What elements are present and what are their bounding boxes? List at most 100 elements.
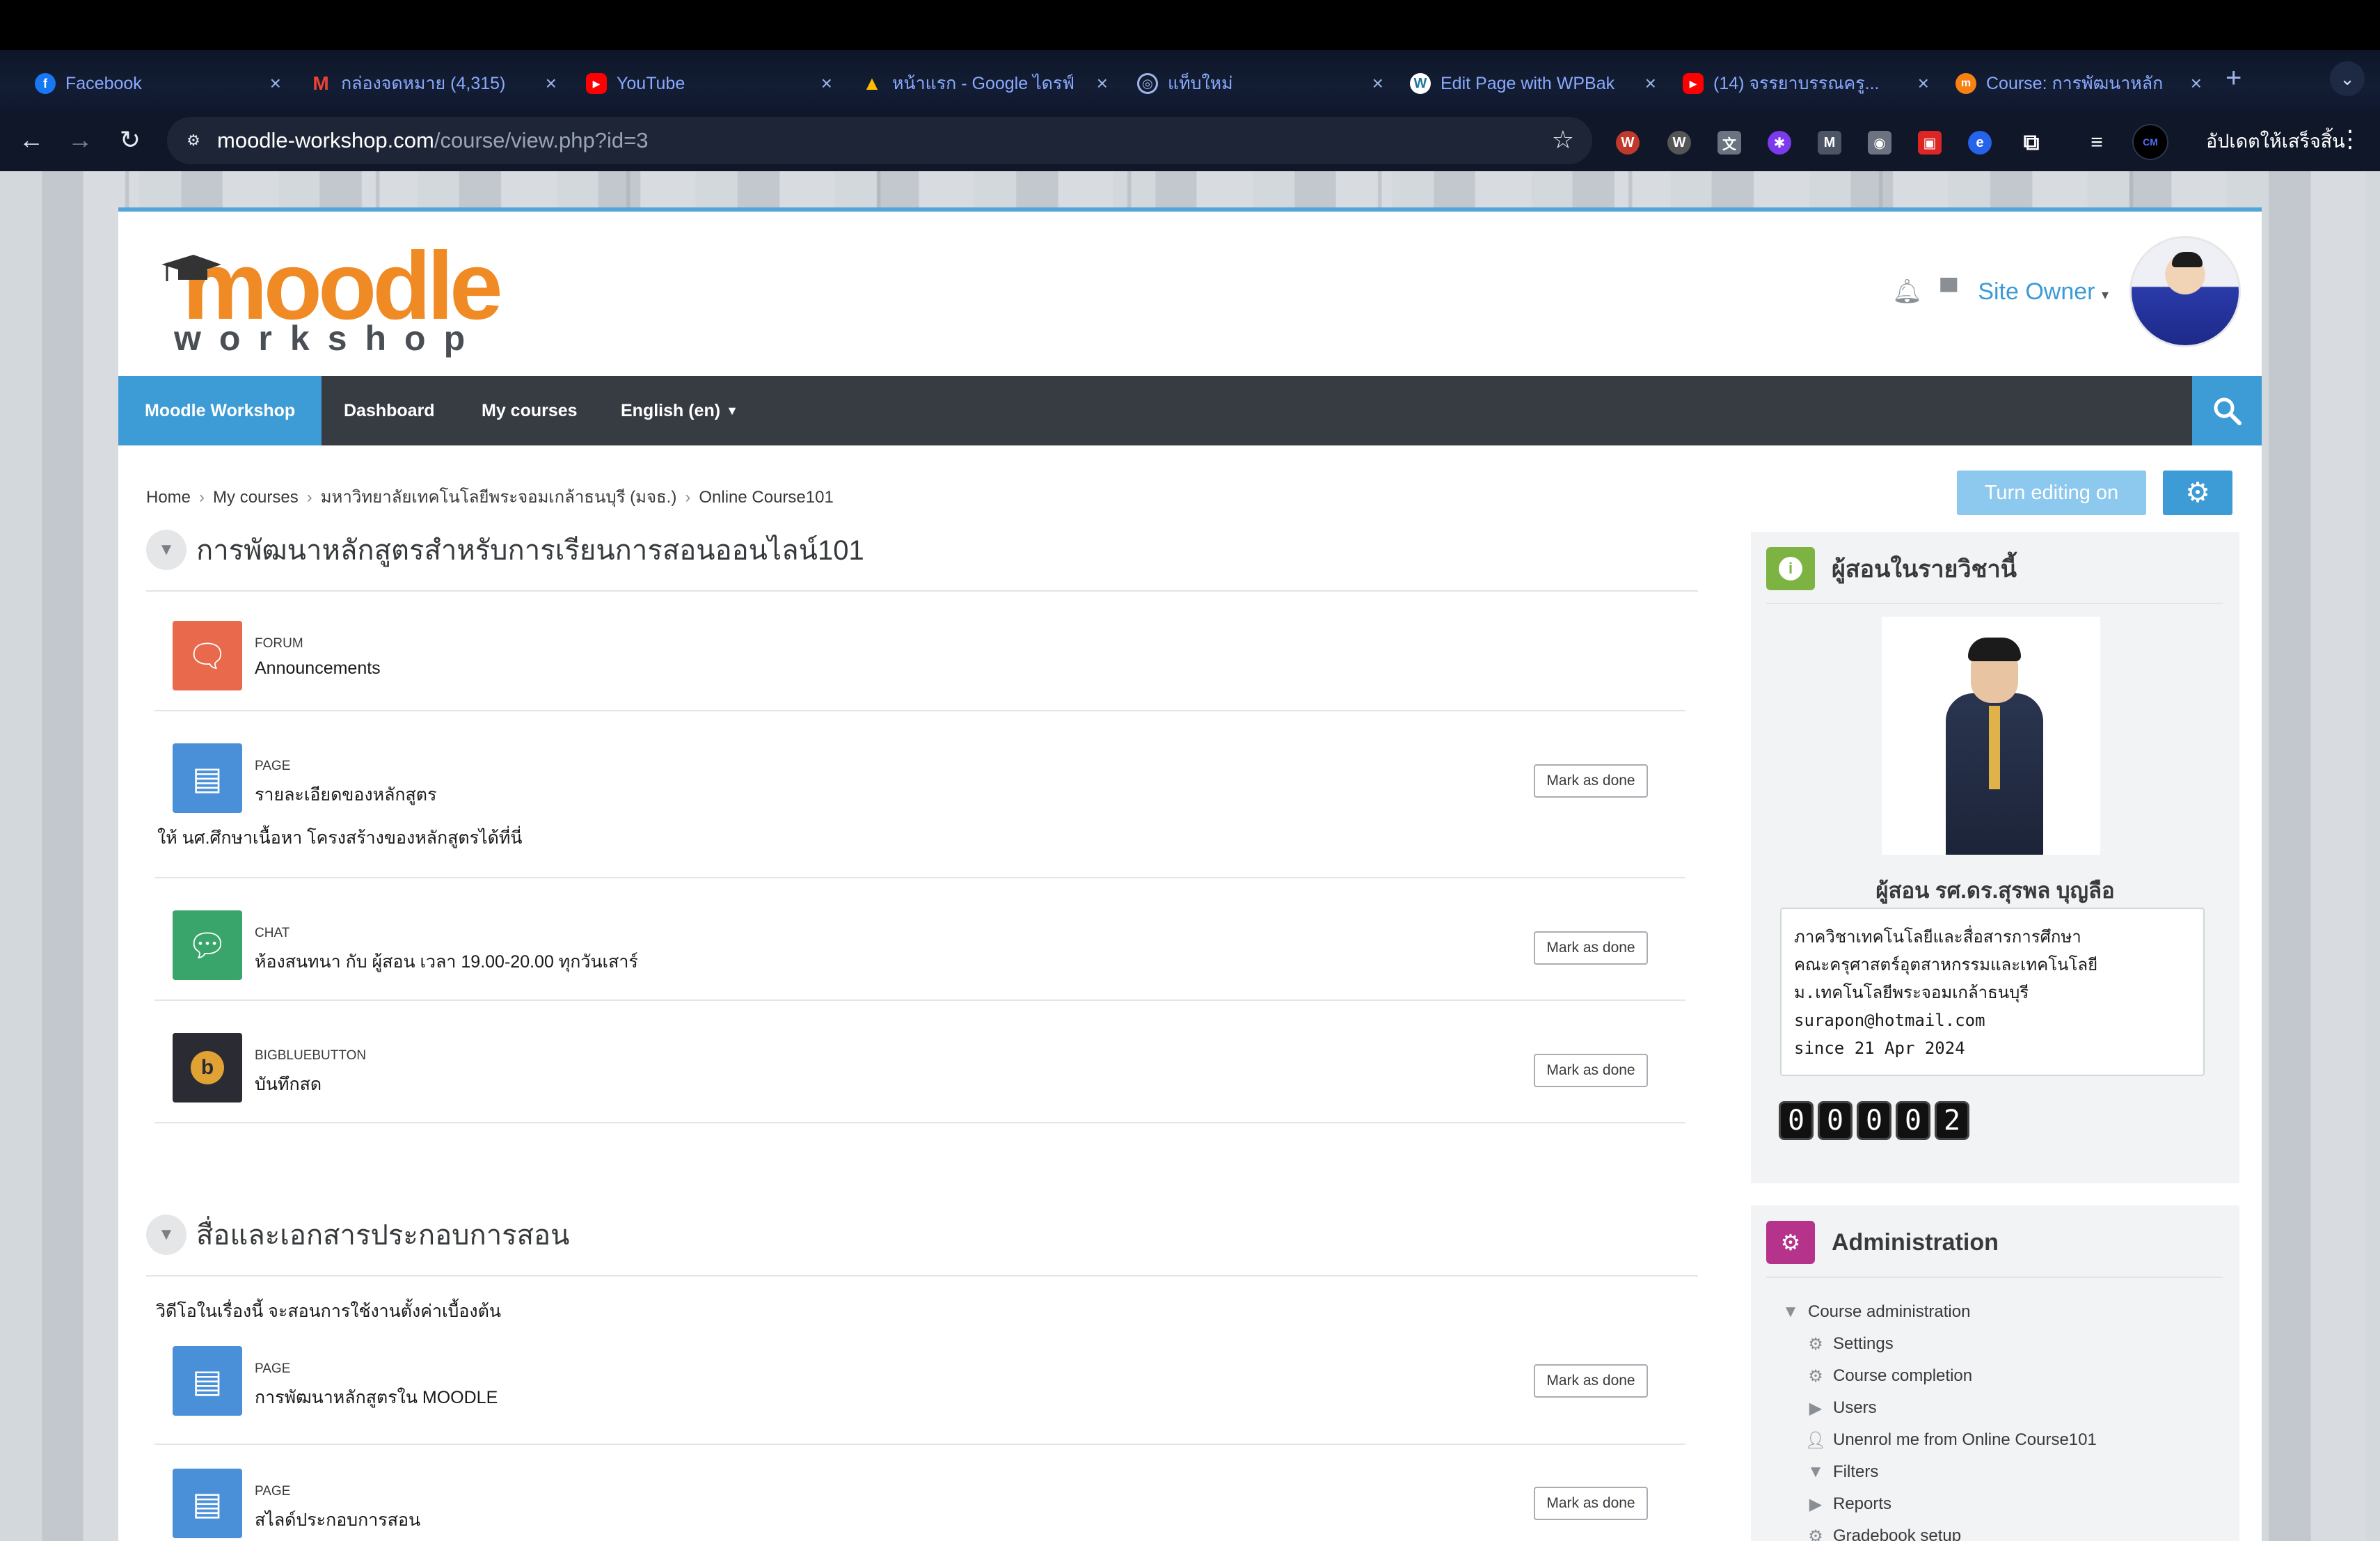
- activity-page[interactable]: ▤ PAGE รายละเอียดของหลักสูตร Mark as don…: [173, 743, 1648, 813]
- extension-wp-orange-icon[interactable]: W: [1616, 131, 1640, 155]
- extension-wordpress-icon[interactable]: W: [1667, 131, 1691, 155]
- caret-down-icon: ▼: [1782, 1302, 1799, 1321]
- section-1-title[interactable]: ▼ การพัฒนาหลักสูตรสำหรับการเรียนการสอนออ…: [146, 528, 864, 572]
- gear-icon: ⚙: [1808, 1526, 1823, 1541]
- breadcrumb-my-courses[interactable]: My courses: [213, 488, 299, 507]
- bell-icon[interactable]: 🔔︎: [1892, 278, 1922, 306]
- browser-menu-kebab-icon[interactable]: ⋮: [2338, 125, 2362, 153]
- mark-as-done-button[interactable]: Mark as done: [1534, 1487, 1648, 1520]
- activity-name[interactable]: รายละเอียดของหลักสูตร: [255, 781, 436, 809]
- nav-language[interactable]: English (en) ▼: [621, 376, 738, 445]
- mark-as-done-button[interactable]: Mark as done: [1534, 1054, 1648, 1087]
- activity-description: ให้ นศ.ศึกษาเนื้อหา โครงสร้างของหลักสูตร…: [157, 828, 523, 848]
- admin-course-completion[interactable]: ⚙ Course completion: [1804, 1360, 2097, 1392]
- collapse-chevron-icon[interactable]: ▼: [146, 530, 187, 570]
- activity-page[interactable]: ▤ PAGE การพัฒนาหลักสูตรใน MOODLE Mark as…: [173, 1346, 1648, 1416]
- tab-gmail[interactable]: M กล่องจดหมาย (4,315) ×: [310, 65, 561, 102]
- breadcrumb-course[interactable]: Online Course101: [699, 488, 833, 507]
- admin-users[interactable]: ▶ Users: [1804, 1392, 2097, 1424]
- close-icon[interactable]: ×: [270, 72, 281, 95]
- bigbluebutton-icon: b: [173, 1033, 242, 1103]
- close-icon[interactable]: ×: [821, 72, 832, 95]
- close-icon[interactable]: ×: [546, 72, 557, 95]
- gears-icon: ⚙: [1766, 1221, 1815, 1264]
- reading-list-icon[interactable]: ≡: [2085, 131, 2109, 155]
- user-menu[interactable]: Site Owner ▾: [1978, 278, 2109, 306]
- main-navbar: Moodle Workshop Dashboard My courses Eng…: [118, 376, 2262, 445]
- section-title-text: การพัฒนาหลักสูตรสำหรับการเรียนการสอนออนไ…: [196, 535, 864, 566]
- user-avatar[interactable]: [2129, 236, 2241, 347]
- extension-e-icon[interactable]: e: [1968, 131, 1992, 155]
- message-icon[interactable]: ▀: [1940, 278, 1957, 306]
- admin-unenrol[interactable]: 👤︎ Unenrol me from Online Course101: [1804, 1424, 2097, 1456]
- tab-moodle-course[interactable]: m Course: การพัฒนาหลัก ×: [1955, 65, 2206, 102]
- admin-item-label: Course administration: [1808, 1302, 1971, 1321]
- activity-forum[interactable]: 🗨︎ FORUM Announcements: [173, 621, 1648, 690]
- page-icon: ▤: [173, 1469, 242, 1538]
- bookmark-star-icon[interactable]: ☆: [1552, 125, 1574, 155]
- tab-youtube[interactable]: ▶ YouTube ×: [586, 65, 836, 102]
- address-bar-row: ← → ↻ ⚙ moodle-workshop.com/course/view.…: [0, 110, 2380, 171]
- activity-bigbluebutton[interactable]: b BIGBLUEBUTTON บันทึกสด Mark as done: [173, 1033, 1648, 1103]
- breadcrumb-home[interactable]: Home: [146, 488, 191, 507]
- url-text[interactable]: moodle-workshop.com/course/view.php?id=3: [217, 128, 648, 153]
- tab-google-drive[interactable]: ▲ หน้าแรก - Google ไดรฟ์ ×: [862, 65, 1112, 102]
- nav-site-home[interactable]: Moodle Workshop: [118, 376, 322, 445]
- globe-icon: ◎: [1137, 73, 1158, 94]
- site-info-icon[interactable]: ⚙: [180, 127, 207, 155]
- filter-icon: ▼: [1807, 1462, 1824, 1481]
- tab-youtube-2[interactable]: ▶ (14) จรรยาบรรณครู... ×: [1683, 65, 1933, 102]
- nav-my-courses[interactable]: My courses: [482, 376, 578, 445]
- extensions-puzzle-icon[interactable]: ⧉: [2020, 129, 2043, 155]
- back-arrow-icon[interactable]: ←: [14, 123, 49, 157]
- breadcrumb-category[interactable]: มหาวิทยาลัยเทคโนโลยีพระจอมเกล้าธนบุรี (ม…: [321, 488, 677, 507]
- turn-editing-on-button[interactable]: Turn editing on: [1957, 471, 2146, 515]
- teacher-info-box: ภาควิชาเทคโนโลยีและสื่อสารการศึกษา คณะคร…: [1780, 908, 2205, 1076]
- forward-arrow-icon[interactable]: →: [63, 123, 97, 157]
- activity-chat[interactable]: 💬︎ CHAT ห้องสนทนา กับ ผู้สอน เวลา 19.00-…: [173, 910, 1648, 980]
- activity-name[interactable]: สไลด์ประกอบการสอน: [255, 1506, 420, 1534]
- section-2-title[interactable]: ▼ สื่อและเอกสารประกอบการสอน: [146, 1212, 569, 1257]
- nav-dashboard[interactable]: Dashboard: [344, 376, 435, 445]
- course-settings-gear-icon[interactable]: ⚙: [2163, 471, 2232, 515]
- forum-icon: 🗨︎: [173, 621, 242, 690]
- gear-icon: ⚙: [1808, 1366, 1823, 1386]
- activity-name[interactable]: บันทึกสด: [255, 1070, 322, 1098]
- activity-name[interactable]: Announcements: [255, 658, 381, 679]
- admin-settings[interactable]: ⚙ Settings: [1804, 1328, 2097, 1360]
- site-logo[interactable]: moodle workshop: [161, 238, 503, 359]
- admin-gradebook-setup[interactable]: ⚙ Gradebook setup: [1804, 1520, 2097, 1541]
- mark-as-done-button[interactable]: Mark as done: [1534, 931, 1648, 965]
- admin-filters[interactable]: ▼ Filters: [1804, 1456, 2097, 1488]
- extension-purple-gear-icon[interactable]: ✱: [1768, 131, 1791, 155]
- admin-course-administration[interactable]: ▼ Course administration: [1779, 1296, 2097, 1328]
- collapse-chevron-icon[interactable]: ▼: [146, 1215, 187, 1255]
- tab-facebook[interactable]: f Facebook ×: [35, 65, 285, 102]
- extension-palette-icon[interactable]: ▣: [1918, 131, 1942, 155]
- extension-camera-icon[interactable]: ◉: [1868, 131, 1891, 155]
- address-bar[interactable]: ⚙ moodle-workshop.com/course/view.php?id…: [167, 117, 1592, 164]
- activity-name[interactable]: การพัฒนาหลักสูตรใน MOODLE: [255, 1384, 498, 1412]
- extension-m-icon[interactable]: M: [1818, 131, 1841, 155]
- search-icon[interactable]: [2192, 376, 2262, 445]
- tab-wordpress[interactable]: W Edit Page with WPBak ×: [1410, 65, 1660, 102]
- activity-name[interactable]: ห้องสนทนา กับ ผู้สอน เวลา 19.00-20.00 ทุ…: [255, 948, 638, 976]
- profile-avatar-icon[interactable]: CM: [2132, 124, 2168, 160]
- tab-new[interactable]: ◎ แท็บใหม่ ×: [1137, 65, 1388, 102]
- mark-as-done-button[interactable]: Mark as done: [1534, 1364, 1648, 1398]
- teacher-name: ผู้สอน รศ.ดร.สุรพล บุญลือ: [1875, 878, 2115, 903]
- activity-page[interactable]: ▤ PAGE สไลด์ประกอบการสอน Mark as done: [173, 1469, 1648, 1538]
- close-icon[interactable]: ×: [1372, 72, 1383, 95]
- admin-item-label: Course completion: [1833, 1366, 1973, 1385]
- admin-reports[interactable]: ▶ Reports: [1804, 1488, 2097, 1520]
- close-icon[interactable]: ×: [2191, 72, 2202, 95]
- tab-search-chevron-icon[interactable]: ⌄: [2330, 61, 2365, 96]
- extension-translate-icon[interactable]: 文: [1717, 131, 1741, 155]
- close-icon[interactable]: ×: [1097, 72, 1108, 95]
- close-icon[interactable]: ×: [1645, 72, 1656, 95]
- mark-as-done-button[interactable]: Mark as done: [1534, 764, 1648, 798]
- reload-icon[interactable]: ↻: [113, 123, 148, 157]
- new-tab-plus-icon[interactable]: +: [2226, 63, 2242, 94]
- update-button[interactable]: อัปเดตให้เสร็จสิ้น: [2192, 121, 2359, 160]
- close-icon[interactable]: ×: [1918, 72, 1929, 95]
